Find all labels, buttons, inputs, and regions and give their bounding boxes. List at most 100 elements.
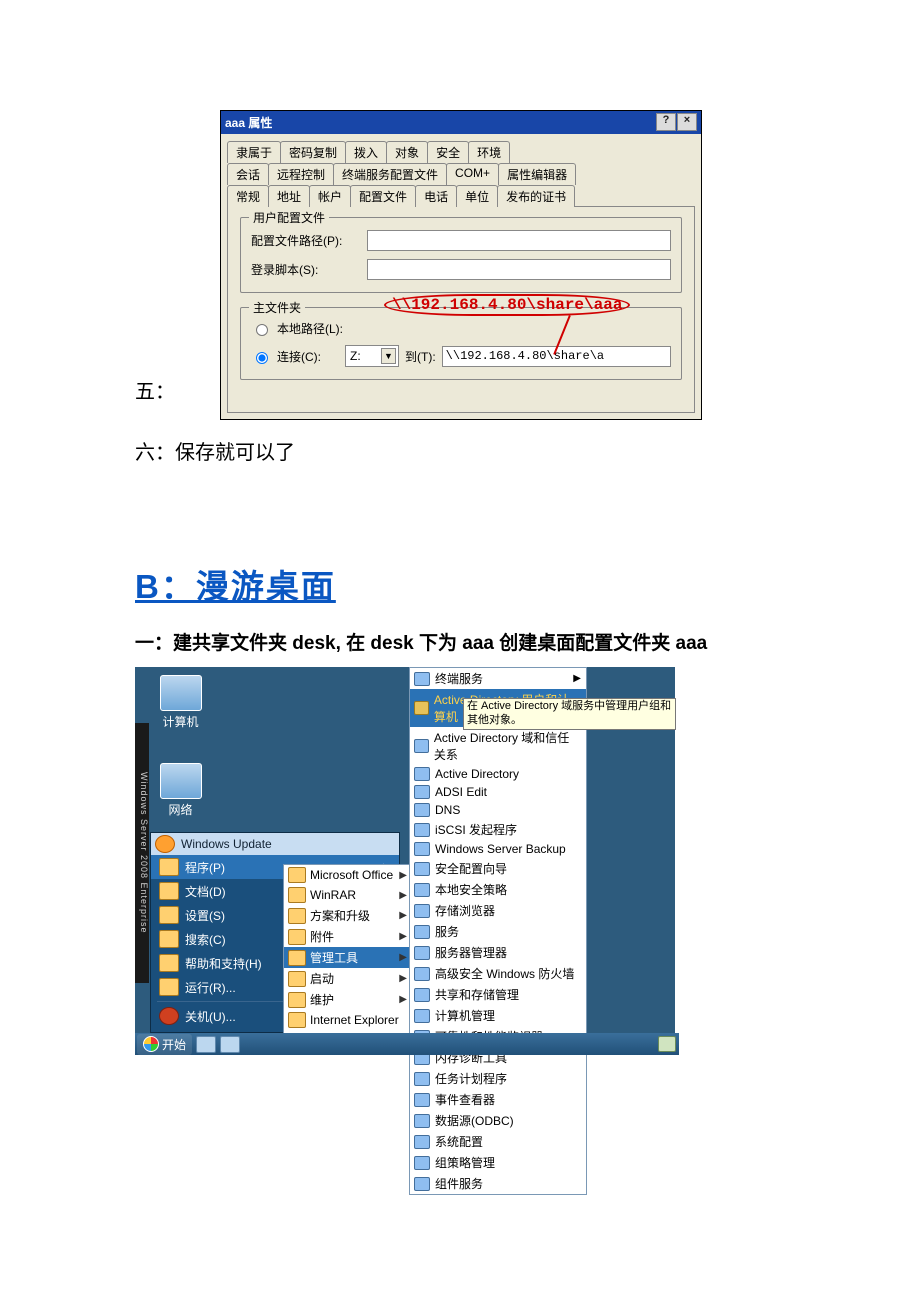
dialog-tab[interactable]: 对象 — [386, 141, 428, 163]
admin-tools-item[interactable]: 系统配置 — [410, 1131, 586, 1152]
programs-submenu-label: 启动 — [310, 970, 395, 987]
start-button-label: 开始 — [162, 1036, 186, 1053]
user-profile-group-title: 用户配置文件 — [249, 209, 329, 226]
tool-icon — [414, 767, 430, 781]
admin-tools-label: 共享和存储管理 — [435, 986, 519, 1003]
drive-letter-value: Z: — [350, 349, 361, 363]
admin-tools-item[interactable]: 组策略管理 — [410, 1152, 586, 1173]
help-button[interactable]: ? — [656, 113, 676, 131]
admin-tools-item[interactable]: ADSI Edit — [410, 783, 586, 801]
computer-icon — [160, 675, 202, 711]
desktop-network-icon[interactable]: 网络 — [153, 763, 208, 818]
programs-submenu-item[interactable]: 管理工具▶ — [284, 947, 412, 968]
folder-icon — [159, 858, 179, 876]
taskbar-quicklaunch-icon[interactable] — [220, 1036, 240, 1053]
to-label: 到(T): — [405, 348, 436, 365]
admin-tools-submenu[interactable]: 终端服务▶Active Directory 用户和计算机Active Direc… — [409, 667, 587, 1195]
admin-tools-item[interactable]: Active Directory — [410, 765, 586, 783]
programs-submenu-item[interactable]: Microsoft Office▶ — [284, 865, 412, 885]
programs-submenu-item[interactable]: WinRAR▶ — [284, 885, 412, 905]
programs-submenu-item[interactable]: 附件▶ — [284, 926, 412, 947]
drive-letter-combo[interactable]: Z: ▼ — [345, 345, 399, 367]
dialog-tab[interactable]: 电话 — [415, 185, 457, 207]
tool-icon — [414, 925, 430, 939]
tool-icon — [414, 701, 429, 715]
admin-tools-label: 本地安全策略 — [435, 881, 507, 898]
dialog-tab[interactable]: 常规 — [227, 185, 269, 207]
dialog-tab[interactable]: 地址 — [268, 185, 310, 207]
admin-tools-label: 终端服务 — [435, 670, 483, 687]
dialog-tab[interactable]: 单位 — [456, 185, 498, 207]
dialog-tab[interactable]: 配置文件 — [350, 185, 416, 207]
dialog-tab[interactable]: 环境 — [468, 141, 510, 163]
folder-icon — [288, 1012, 306, 1028]
connect-radio[interactable] — [256, 352, 268, 364]
programs-submenu-item[interactable]: Internet Explorer — [284, 1010, 412, 1030]
admin-tools-item[interactable]: iSCSI 发起程序 — [410, 819, 586, 840]
admin-tools-item[interactable]: DNS — [410, 801, 586, 819]
taskbar[interactable]: 开始 — [135, 1033, 679, 1055]
dialog-tab[interactable]: 终端服务配置文件 — [333, 163, 447, 185]
dialog-tab[interactable]: 安全 — [427, 141, 469, 163]
folder-icon — [159, 954, 179, 972]
step-six-label: 六：保存就可以了 — [135, 436, 785, 465]
start-button[interactable]: 开始 — [137, 1034, 192, 1055]
login-script-input[interactable] — [367, 259, 671, 280]
tool-icon — [414, 1177, 430, 1191]
programs-submenu-item[interactable]: 方案和升级▶ — [284, 905, 412, 926]
folder-icon — [288, 992, 306, 1008]
dialog-tab[interactable]: 远程控制 — [268, 163, 334, 185]
admin-tools-item[interactable]: 事件查看器 — [410, 1089, 586, 1110]
admin-tools-label: 存储浏览器 — [435, 902, 495, 919]
profile-path-input[interactable] — [367, 230, 671, 251]
dialog-tab[interactable]: 密码复制 — [280, 141, 346, 163]
programs-submenu[interactable]: Microsoft Office▶WinRAR▶方案和升级▶附件▶管理工具▶启动… — [283, 864, 413, 1052]
programs-submenu-label: Internet Explorer — [310, 1013, 407, 1027]
programs-submenu-item[interactable]: 启动▶ — [284, 968, 412, 989]
dialog-tab[interactable]: 拨入 — [345, 141, 387, 163]
admin-tools-label: Active Directory 域和信任关系 — [434, 729, 581, 763]
dialog-tab[interactable]: 帐户 — [309, 185, 351, 207]
programs-submenu-label: 管理工具 — [310, 949, 395, 966]
taskbar-quicklaunch-icon[interactable] — [196, 1036, 216, 1053]
admin-tools-item[interactable]: Windows Server Backup — [410, 840, 586, 858]
admin-tools-item[interactable]: 任务计划程序 — [410, 1068, 586, 1089]
close-button[interactable]: × — [677, 113, 697, 131]
desktop-computer-icon[interactable]: 计算机 — [153, 675, 208, 730]
admin-tools-item[interactable]: 共享和存储管理 — [410, 984, 586, 1005]
admin-tools-item[interactable]: 本地安全策略 — [410, 879, 586, 900]
admin-tools-item[interactable]: 高级安全 Windows 防火墙 — [410, 963, 586, 984]
dialog-tab[interactable]: 会话 — [227, 163, 269, 185]
tool-icon — [414, 739, 429, 753]
home-folder-group-title: 主文件夹 — [249, 299, 305, 316]
folder-icon — [159, 930, 179, 948]
admin-tools-item[interactable]: 存储浏览器 — [410, 900, 586, 921]
tool-icon — [414, 1156, 430, 1170]
start-menu-pinned[interactable]: Windows Update — [151, 833, 399, 855]
admin-tools-item[interactable]: 服务器管理器 — [410, 942, 586, 963]
tool-icon — [414, 862, 430, 876]
programs-submenu-item[interactable]: 维护 ▶ — [284, 989, 412, 1010]
local-path-radio[interactable] — [256, 324, 268, 336]
login-script-label: 登录脚本(S): — [251, 261, 361, 278]
chevron-right-icon: ▶ — [399, 994, 407, 1005]
dialog-tab[interactable]: COM+ — [446, 163, 499, 185]
tray-icon[interactable] — [658, 1036, 676, 1052]
folder-icon — [288, 950, 306, 966]
admin-tools-item[interactable]: Active Directory 域和信任关系 — [410, 727, 586, 765]
admin-tools-item[interactable]: 组件服务 — [410, 1173, 586, 1194]
tool-icon — [414, 1114, 430, 1128]
dialog-tab[interactable]: 发布的证书 — [497, 185, 575, 207]
dialog-title: aaa 属性 — [225, 114, 272, 131]
admin-tools-item[interactable]: 计算机管理 — [410, 1005, 586, 1026]
admin-tools-label: 事件查看器 — [435, 1091, 495, 1108]
dialog-tab[interactable]: 属性编辑器 — [498, 163, 576, 185]
admin-tools-item[interactable]: 服务 — [410, 921, 586, 942]
programs-submenu-label: 维护 — [310, 991, 395, 1008]
admin-tools-item[interactable]: 数据源(ODBC) — [410, 1110, 586, 1131]
tool-icon — [414, 946, 430, 960]
admin-tools-label: Active Directory — [435, 767, 519, 781]
admin-tools-item[interactable]: 安全配置向导 — [410, 858, 586, 879]
admin-tools-item[interactable]: 终端服务▶ — [410, 668, 586, 689]
dialog-tab[interactable]: 隶属于 — [227, 141, 281, 163]
